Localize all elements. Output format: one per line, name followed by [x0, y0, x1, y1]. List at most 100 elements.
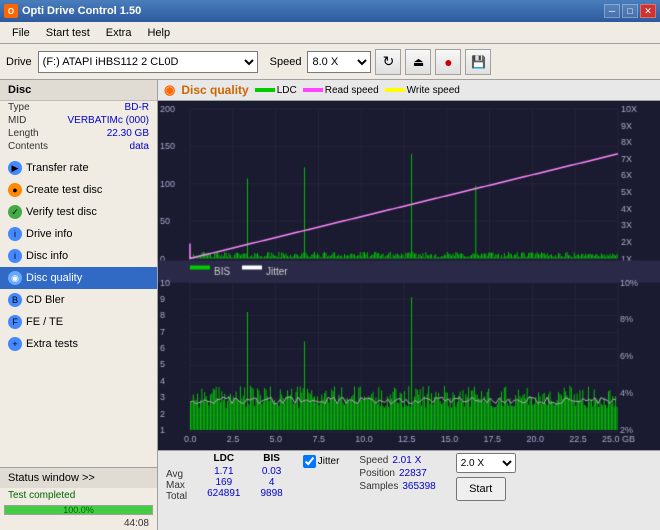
position-label: Position	[359, 468, 395, 479]
sidebar-label-verify-test-disc: Verify test disc	[26, 206, 97, 218]
drive-info-icon: i	[8, 227, 22, 241]
speed-value: 2.01 X	[392, 455, 421, 466]
burn-button[interactable]: ●	[435, 49, 461, 75]
chart-title: Disc quality	[181, 83, 248, 97]
main-area: Disc Type BD-R MID VERBATIMc (000) Lengt…	[0, 80, 660, 530]
charts-container	[158, 101, 660, 450]
stats-bis-col: BIS 0.03 4 9898	[261, 453, 283, 499]
maximize-button[interactable]: □	[622, 4, 638, 18]
titlebar-controls: ─ □ ✕	[604, 4, 656, 18]
titlebar-title: O Opti Drive Control 1.50	[4, 4, 141, 18]
transfer-rate-icon: ▶	[8, 161, 22, 175]
stats-speed-col: Speed 2.01 X Position 22837 Samples 3653…	[359, 453, 435, 492]
ldc-chart	[158, 101, 660, 450]
create-test-disc-icon: ●	[8, 183, 22, 197]
progress-percent: 100.0%	[63, 505, 94, 515]
sidebar: Disc Type BD-R MID VERBATIMc (000) Lengt…	[0, 80, 158, 530]
sidebar-label-disc-quality: Disc quality	[26, 272, 82, 284]
sidebar-btn-create-test-disc[interactable]: ● Create test disc	[0, 179, 157, 201]
avg-bis: 0.03	[261, 466, 283, 477]
sidebar-btn-drive-info[interactable]: i Drive info	[0, 223, 157, 245]
legend-read-speed: Read speed	[303, 85, 379, 96]
speed-label: Speed	[359, 455, 388, 466]
sidebar-btn-cd-bler[interactable]: B CD Bler	[0, 289, 157, 311]
sidebar-btn-verify-test-disc[interactable]: ✓ Verify test disc	[0, 201, 157, 223]
stats-ldc-col: LDC 1.71 169 624891	[207, 453, 240, 499]
disc-type-value: BD-R	[125, 102, 149, 113]
app-icon: O	[4, 4, 18, 18]
jitter-checkbox-row: Jitter	[303, 455, 340, 468]
avg-label: Avg	[166, 469, 187, 480]
chart-area: ◉ Disc quality LDC Read speed Write spee…	[158, 80, 660, 530]
avg-ldc: 1.71	[207, 466, 240, 477]
disc-mid-row: MID VERBATIMc (000)	[0, 114, 157, 127]
disc-length-label: Length	[8, 128, 39, 139]
status-window-button[interactable]: Status window >>	[0, 468, 157, 488]
drive-label: Drive	[6, 56, 32, 68]
toolbar: Drive (F:) ATAPI iHBS112 2 CL0D Speed 8.…	[0, 44, 660, 80]
speed-select[interactable]: 8.0 X4.0 X2.0 XMAX	[307, 51, 371, 73]
time-display: 44:08	[0, 517, 157, 530]
speed-select-stats[interactable]: 2.0 X4.0 X8.0 X	[456, 453, 516, 473]
progress-bar-container: 100.0%	[4, 505, 153, 515]
sidebar-btn-extra-tests[interactable]: + Extra tests	[0, 333, 157, 355]
cd-bler-icon: B	[8, 293, 22, 307]
jitter-label: Jitter	[318, 456, 340, 467]
sidebar-btn-transfer-rate[interactable]: ▶ Transfer rate	[0, 157, 157, 179]
disc-header: Disc	[0, 80, 157, 101]
sidebar-label-transfer-rate: Transfer rate	[26, 162, 89, 174]
disc-contents-row: Contents data	[0, 140, 157, 153]
menu-file[interactable]: File	[4, 25, 38, 41]
sidebar-label-drive-info: Drive info	[26, 228, 72, 240]
max-bis: 4	[261, 477, 283, 488]
menu-help[interactable]: Help	[139, 25, 178, 41]
bis-header: BIS	[261, 453, 283, 464]
total-bis: 9898	[261, 488, 283, 499]
save-button[interactable]: 💾	[465, 49, 491, 75]
disc-mid-label: MID	[8, 115, 26, 126]
sidebar-btn-disc-info[interactable]: i Disc info	[0, 245, 157, 267]
jitter-checkbox[interactable]	[303, 455, 316, 468]
status-text: Test completed	[0, 488, 157, 503]
max-ldc: 169	[207, 477, 240, 488]
sidebar-label-disc-info: Disc info	[26, 250, 68, 262]
menubar: File Start test Extra Help	[0, 22, 660, 44]
verify-test-disc-icon: ✓	[8, 205, 22, 219]
bottom-stats: Avg Max Total LDC 1.71 169 624891 BIS 0.…	[158, 450, 660, 530]
refresh-button[interactable]: ↻	[375, 49, 401, 75]
titlebar: O Opti Drive Control 1.50 ─ □ ✕	[0, 0, 660, 22]
extra-tests-icon: +	[8, 337, 22, 351]
close-button[interactable]: ✕	[640, 4, 656, 18]
start-button[interactable]: Start	[456, 477, 506, 501]
disc-type-row: Type BD-R	[0, 101, 157, 114]
disc-type-label: Type	[8, 102, 30, 113]
menu-extra[interactable]: Extra	[98, 25, 140, 41]
total-label: Total	[166, 491, 187, 502]
speed-label: Speed	[270, 56, 302, 68]
fe-te-icon: F	[8, 315, 22, 329]
samples-label: Samples	[359, 481, 398, 492]
stats-jitter-col: Jitter	[303, 453, 340, 468]
sidebar-btn-fe-te[interactable]: F FE / TE	[0, 311, 157, 333]
position-value: 22837	[399, 468, 427, 479]
sidebar-label-extra-tests: Extra tests	[26, 338, 78, 350]
minimize-button[interactable]: ─	[604, 4, 620, 18]
disc-length-value: 22.30 GB	[107, 128, 149, 139]
disc-contents-value: data	[130, 141, 149, 152]
eject-button[interactable]: ⏏	[405, 49, 431, 75]
sidebar-btn-disc-quality[interactable]: ◉ Disc quality	[0, 267, 157, 289]
status-window-label: Status window >>	[8, 472, 95, 484]
ldc-header: LDC	[207, 453, 240, 464]
legend-write-speed: Write speed	[385, 85, 460, 96]
disc-info-icon: i	[8, 249, 22, 263]
app-title: Opti Drive Control 1.50	[22, 5, 141, 17]
disc-contents-label: Contents	[8, 141, 48, 152]
samples-value: 365398	[402, 481, 435, 492]
chart-header: ◉ Disc quality LDC Read speed Write spee…	[158, 80, 660, 101]
max-label: Max	[166, 480, 187, 491]
menu-start-test[interactable]: Start test	[38, 25, 98, 41]
disc-mid-value: VERBATIMc (000)	[68, 115, 150, 126]
drive-select[interactable]: (F:) ATAPI iHBS112 2 CL0D	[38, 51, 258, 73]
stats-controls-col: 2.0 X4.0 X8.0 X Start	[456, 453, 516, 501]
total-ldc: 624891	[207, 488, 240, 499]
